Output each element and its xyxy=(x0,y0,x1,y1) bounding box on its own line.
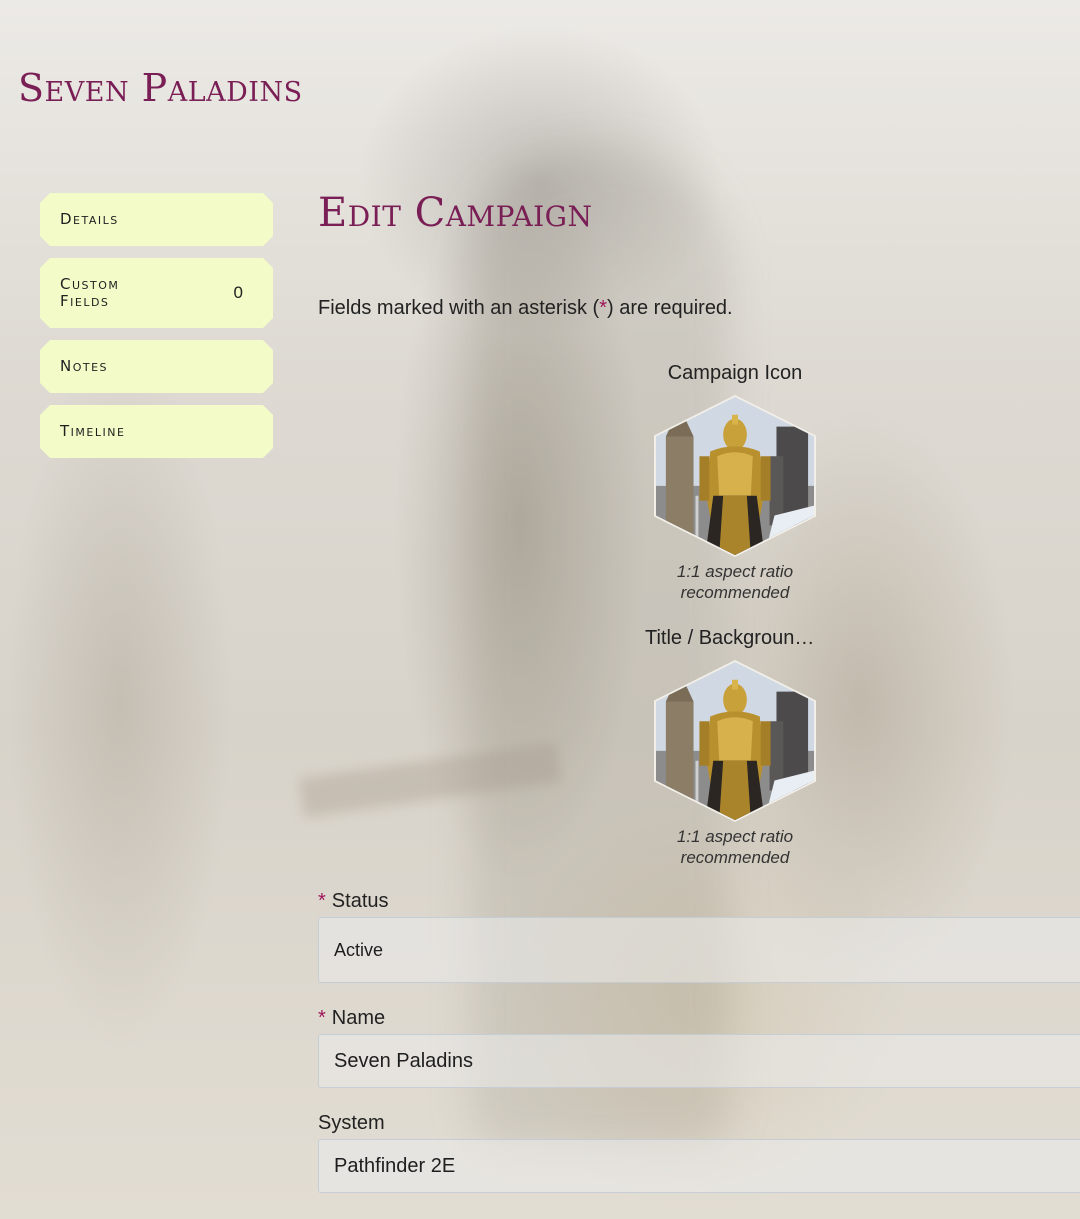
paladin-portrait-icon xyxy=(656,397,814,555)
background-image-upload[interactable] xyxy=(654,660,816,822)
required-asterisk: * xyxy=(599,297,607,319)
required-note-text: ) are required. xyxy=(607,297,733,319)
required-note: Fields marked with an asterisk (*) are r… xyxy=(318,297,733,320)
required-asterisk: * xyxy=(318,890,326,912)
background-image-hint: 1:1 aspect ratio recommended xyxy=(676,827,794,867)
status-value: Active xyxy=(334,939,384,960)
campaign-icon-field: Campaign Icon 1:1 aspect ratio recommend… xyxy=(630,362,840,603)
name-input[interactable] xyxy=(318,1034,1080,1088)
system-label: System xyxy=(318,1112,385,1134)
campaign-icon-hint: 1:1 aspect ratio recommended xyxy=(676,562,794,602)
campaign-icon-label: Campaign Icon xyxy=(667,362,803,384)
site-title: Seven Paladins xyxy=(18,66,303,110)
name-label-text: Name xyxy=(331,1007,386,1029)
required-note-text: Fields marked with an asterisk ( xyxy=(318,297,600,319)
nav-item-label: Notes xyxy=(60,357,109,375)
main-content: Edit Campaign Fields marked with an aste… xyxy=(318,190,1080,1193)
side-nav: Details Custom Fields 0 Notes Timeline xyxy=(40,193,273,470)
status-label: * Status xyxy=(318,890,1080,913)
nav-item-notes[interactable]: Notes xyxy=(40,340,273,393)
nav-item-details[interactable]: Details xyxy=(40,193,273,246)
status-select[interactable]: Active xyxy=(318,917,1080,983)
background-image-field: Title / Background Image xyxy=(630,627,840,868)
page-title: Edit Campaign xyxy=(318,190,593,236)
background-image-label: Title / Background Image xyxy=(645,627,825,649)
nav-item-label: Custom Fields xyxy=(60,275,120,310)
nav-item-label: Details xyxy=(60,210,119,228)
paladin-portrait-icon xyxy=(656,662,814,820)
campaign-icon-upload[interactable] xyxy=(654,395,816,557)
nav-item-count: 0 xyxy=(233,283,243,302)
required-asterisk: * xyxy=(318,1007,326,1029)
nav-item-timeline[interactable]: Timeline xyxy=(40,405,273,458)
name-label: * Name xyxy=(318,1007,1080,1030)
nav-item-label: Timeline xyxy=(60,422,126,440)
nav-item-custom-fields[interactable]: Custom Fields 0 xyxy=(40,258,273,328)
system-input[interactable] xyxy=(318,1139,1080,1193)
system-field: System xyxy=(318,1112,1080,1193)
name-field: * Name xyxy=(318,1007,1080,1088)
status-field: * Status Active xyxy=(318,890,1080,983)
status-label-text: Status xyxy=(331,890,389,912)
